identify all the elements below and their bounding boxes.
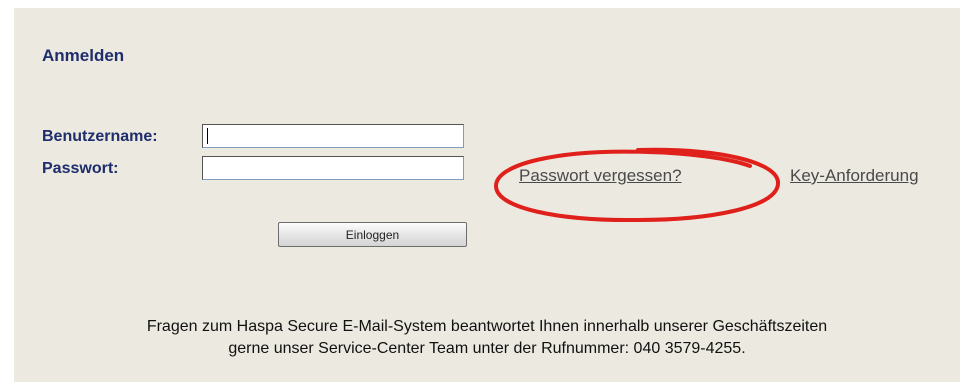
support-info-line-2: gerne unser Service-Center Team unter de… (228, 340, 746, 357)
support-info: Fragen zum Haspa Secure E-Mail-System be… (14, 316, 960, 360)
text-caret (207, 128, 208, 144)
password-label: Passwort: (42, 160, 119, 177)
key-request-link[interactable]: Key-Anforderung (790, 166, 919, 186)
password-field[interactable] (202, 156, 464, 180)
login-panel: Anmelden Benutzername: Passwort: Einlogg… (14, 8, 960, 382)
username-label: Benutzername: (42, 128, 158, 145)
forgot-password-link[interactable]: Passwort vergessen? (519, 166, 682, 186)
username-field[interactable] (202, 124, 464, 148)
support-info-line-1: Fragen zum Haspa Secure E-Mail-System be… (146, 318, 828, 335)
login-button[interactable]: Einloggen (278, 222, 467, 247)
login-title: Anmelden (42, 46, 125, 65)
